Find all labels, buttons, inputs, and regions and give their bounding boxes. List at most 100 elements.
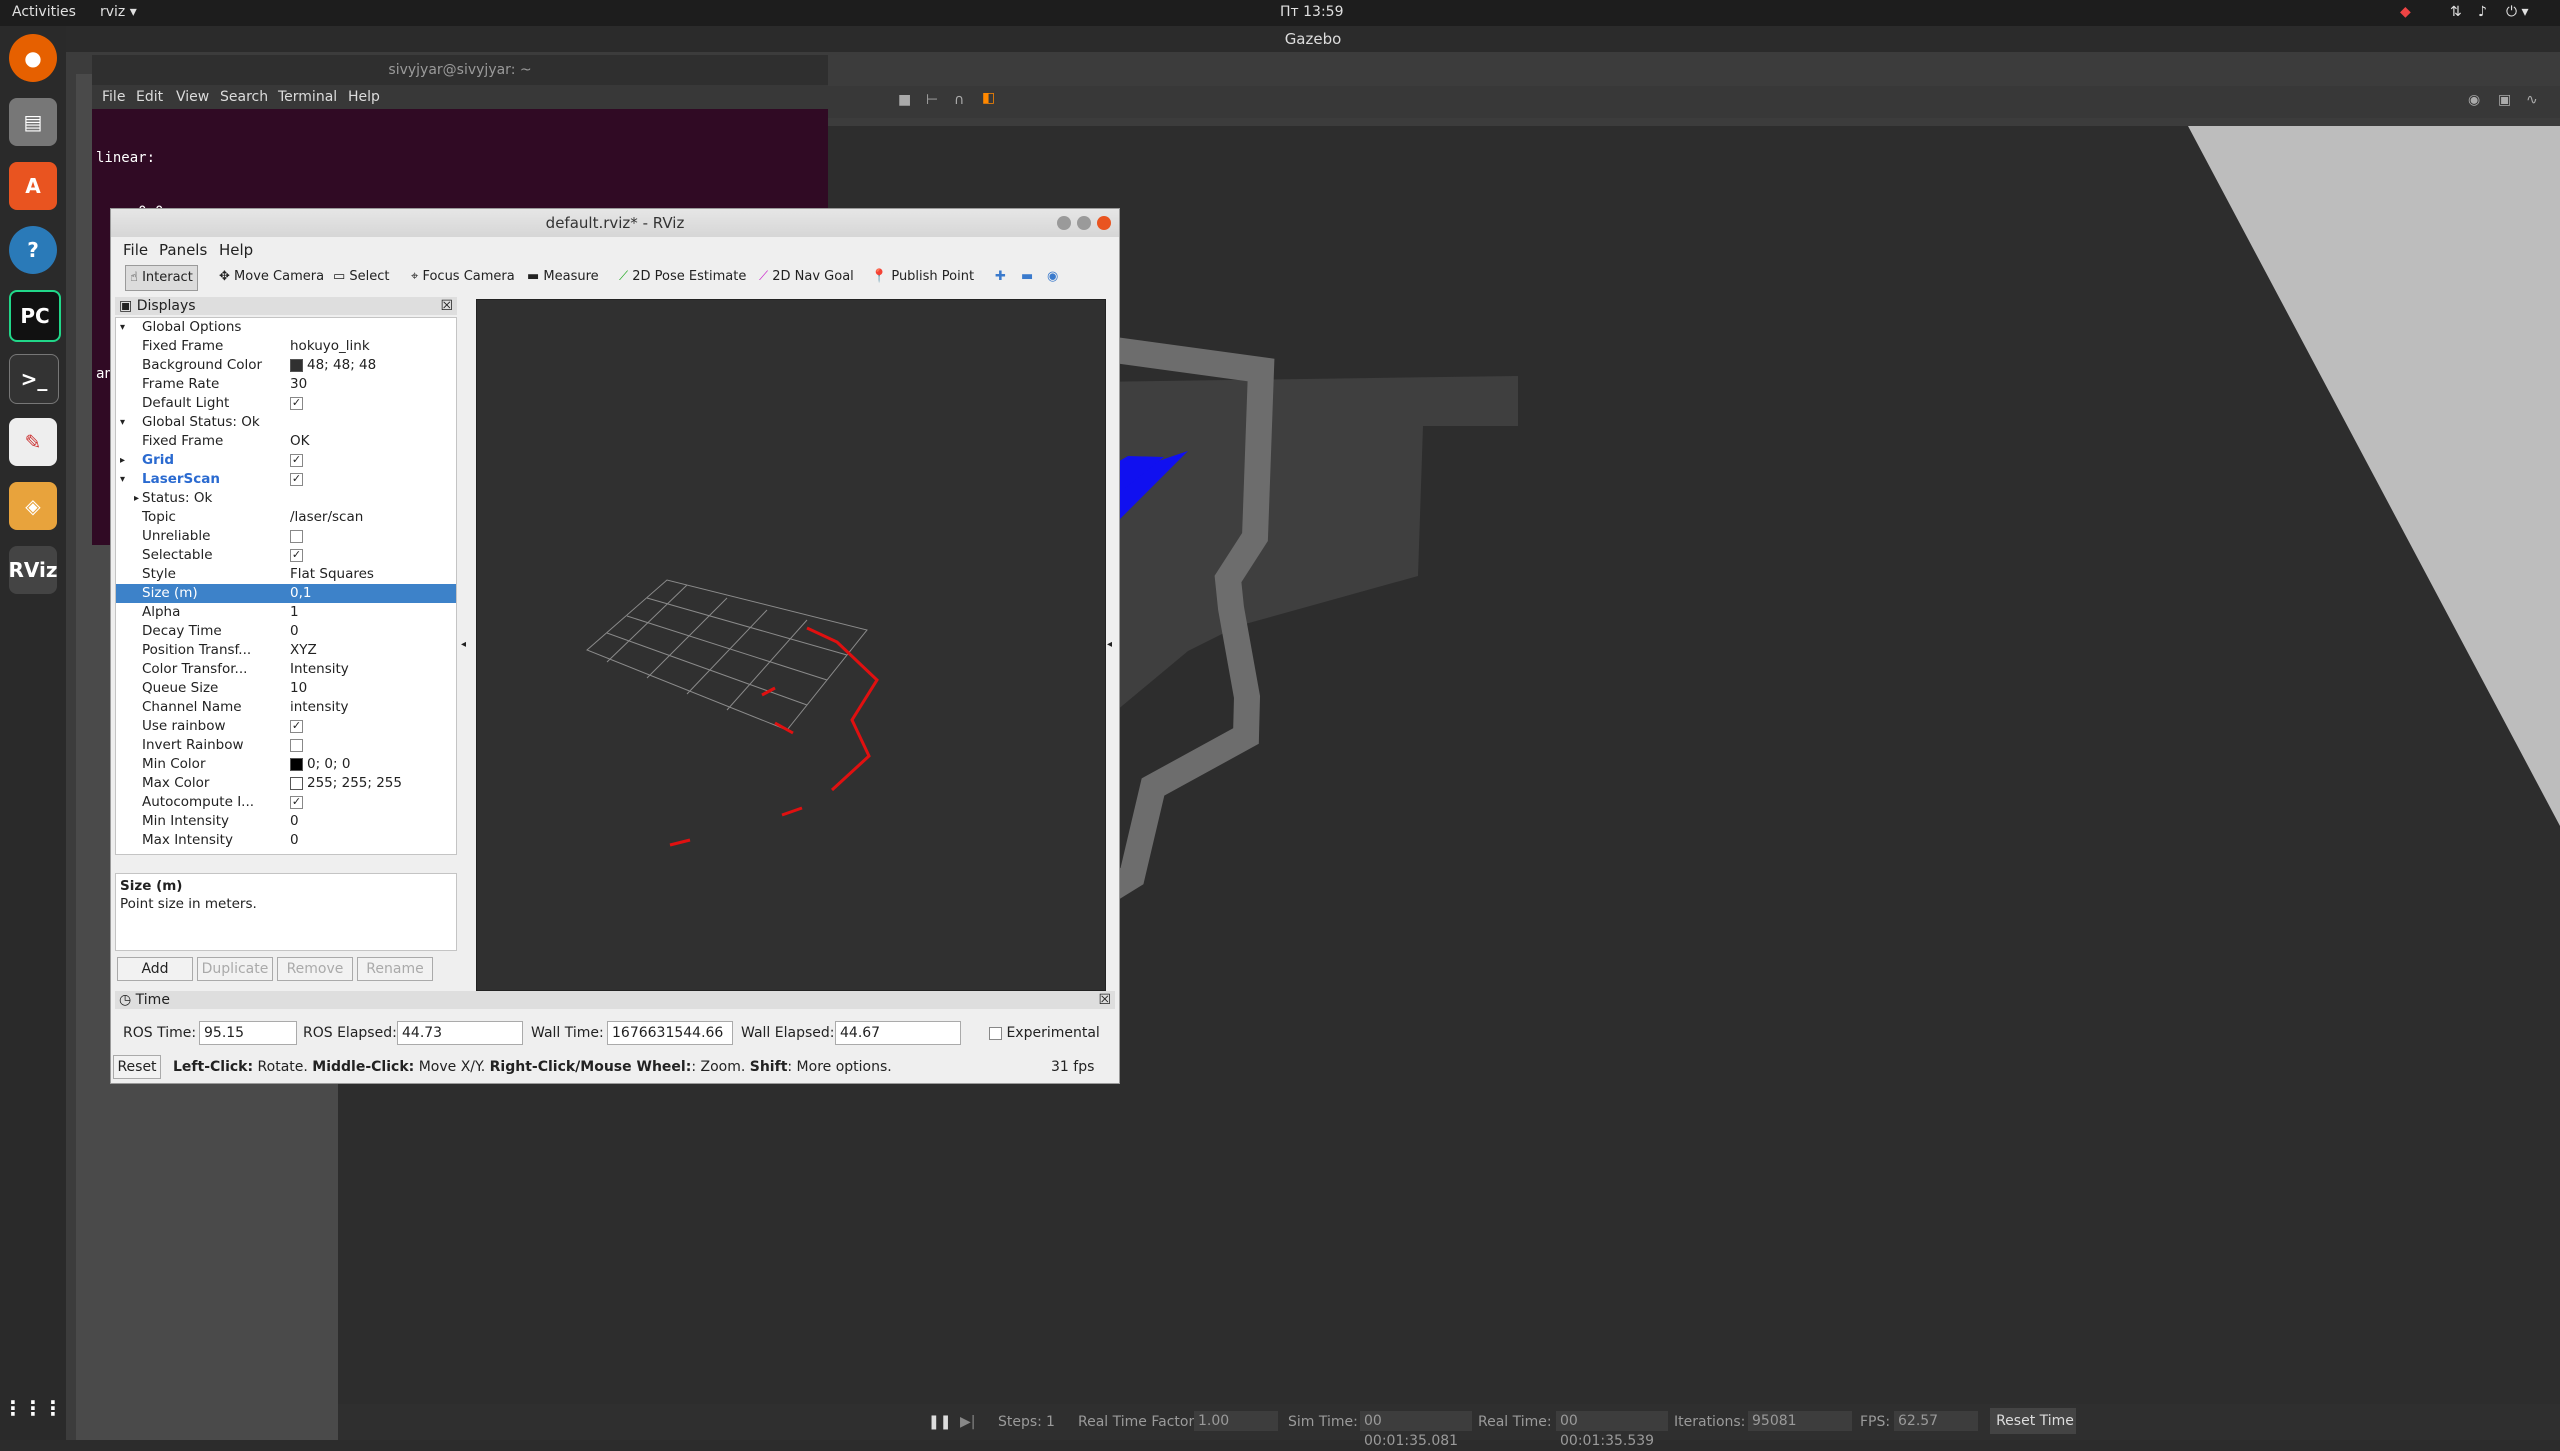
term-menu-search[interactable]: Search (220, 89, 268, 105)
wall-elapsed-field[interactable]: 44.67 (835, 1021, 961, 1045)
tree-row[interactable]: ▾ LaserScan ✓ (116, 470, 456, 489)
tool-publish-point[interactable]: 📍 Publish Point (867, 265, 978, 289)
collapse-left-icon[interactable]: ◂ (461, 639, 466, 650)
tool-2d-nav-goal[interactable]: ⟋ 2D Nav Goal (755, 265, 858, 289)
property-value[interactable]: 30 (290, 375, 307, 394)
gazebo-icon[interactable]: ◈ (9, 482, 57, 530)
tool-measure[interactable]: ▬ Measure (523, 265, 603, 289)
app-menu[interactable]: rviz ▾ (100, 4, 137, 20)
tree-row[interactable]: Selectable ✓ (116, 546, 456, 565)
tree-row[interactable]: Max Color 255; 255; 255 (116, 774, 456, 793)
wall-time-field[interactable]: 1676631544.66 (607, 1021, 733, 1045)
tree-row[interactable]: Use rainbow ✓ (116, 717, 456, 736)
tree-row[interactable]: Style Flat Squares (116, 565, 456, 584)
volume-icon[interactable]: ♪ (2478, 4, 2487, 20)
property-value[interactable]: 48; 48; 48 (290, 356, 376, 375)
displays-tree[interactable]: ▾ Global Options Fixed Frame hokuyo_link Bac… (115, 317, 457, 855)
term-menu-file[interactable]: File (102, 89, 125, 105)
tool-focus-camera[interactable]: ⌖ Focus Camera (407, 265, 519, 289)
tree-row[interactable]: Queue Size 10 (116, 679, 456, 698)
property-value[interactable]: 0 (290, 622, 299, 641)
tree-row[interactable]: Size (m) 0,1 (116, 584, 456, 603)
property-value[interactable]: 10 (290, 679, 307, 698)
firefox-icon[interactable]: ● (9, 34, 57, 82)
tree-row[interactable]: Position Transf... XYZ (116, 641, 456, 660)
term-menu-edit[interactable]: Edit (136, 89, 163, 105)
remove-button[interactable]: Remove (277, 957, 353, 981)
checkbox[interactable]: ✓ (290, 548, 303, 562)
network-icon[interactable]: ⇅ (2450, 4, 2462, 20)
property-value[interactable] (290, 527, 303, 546)
checkbox[interactable]: ✓ (290, 719, 303, 733)
rviz-icon[interactable]: RViz (8, 546, 58, 594)
property-value[interactable]: 1 (290, 603, 299, 622)
tree-row[interactable]: Alpha 1 (116, 603, 456, 622)
align-tool-icon[interactable]: ⊢ (926, 92, 938, 108)
property-value[interactable]: intensity (290, 698, 349, 717)
plot-icon[interactable]: ∿ (2526, 92, 2538, 108)
tree-row[interactable]: ▸ Status: Ok (116, 489, 456, 508)
terminal-icon[interactable]: >_ (9, 354, 59, 404)
software-icon[interactable]: A (9, 162, 57, 210)
show-apps-icon[interactable]: ⋮⋮⋮ (3, 1384, 63, 1432)
pause-icon[interactable]: ❚❚ (928, 1414, 951, 1430)
property-value[interactable]: ✓ (290, 717, 303, 736)
menu-file[interactable]: File (123, 241, 148, 259)
record-icon[interactable]: ▣ (2498, 92, 2511, 108)
reset-time-button[interactable]: Reset Time (1990, 1408, 2076, 1434)
rviz-3d-view[interactable] (476, 299, 1106, 991)
tree-row[interactable]: ▾ Global Options (116, 318, 456, 337)
property-value[interactable]: Flat Squares (290, 565, 374, 584)
add-button[interactable]: Add (117, 957, 193, 981)
shape-tool-icon[interactable]: ◧ (982, 90, 995, 106)
clock[interactable]: Пт 13:59 (1280, 4, 1343, 20)
menu-help[interactable]: Help (219, 241, 253, 259)
property-value[interactable]: /laser/scan (290, 508, 363, 527)
expand-icon[interactable]: ▸ (120, 451, 125, 470)
remove-tool-icon[interactable]: ▬ (1017, 265, 1037, 289)
tree-row[interactable]: ▸ Grid ✓ (116, 451, 456, 470)
ros-elapsed-field[interactable]: 44.73 (397, 1021, 523, 1045)
property-value[interactable]: 255; 255; 255 (290, 774, 402, 793)
term-menu-view[interactable]: View (176, 89, 209, 105)
experimental-checkbox[interactable]: Experimental (989, 1025, 1100, 1041)
expand-icon[interactable]: ▾ (120, 470, 125, 489)
tree-row[interactable]: Min Intensity 0 (116, 812, 456, 831)
tool-2d-pose-estimate[interactable]: ⟋ 2D Pose Estimate (615, 265, 750, 289)
tree-row[interactable]: Background Color 48; 48; 48 (116, 356, 456, 375)
expand-icon[interactable]: ▾ (120, 318, 125, 337)
tree-row[interactable]: Fixed Frame OK (116, 432, 456, 451)
power-icon[interactable]: ⏻ ▾ (2506, 4, 2529, 20)
tree-row[interactable]: Channel Name intensity (116, 698, 456, 717)
box-tool-icon[interactable]: ■ (898, 92, 911, 108)
rename-button[interactable]: Rename (357, 957, 433, 981)
tree-row[interactable]: Default Light ✓ (116, 394, 456, 413)
expand-icon[interactable]: ▾ (120, 413, 125, 432)
property-value[interactable]: 0 (290, 831, 299, 850)
property-value[interactable]: ✓ (290, 546, 303, 565)
tree-row[interactable]: Unreliable (116, 527, 456, 546)
property-value[interactable]: XYZ (290, 641, 317, 660)
help-icon[interactable]: ? (9, 226, 57, 274)
tree-row[interactable]: Fixed Frame hokuyo_link (116, 337, 456, 356)
tree-row[interactable]: Color Transfor... Intensity (116, 660, 456, 679)
experimental-check[interactable] (989, 1026, 1002, 1040)
snap-tool-icon[interactable]: ∩ (954, 92, 964, 108)
property-value[interactable]: ✓ (290, 394, 303, 413)
checkbox[interactable] (290, 529, 303, 543)
step-icon[interactable]: ▶| (960, 1414, 975, 1430)
tool-interact[interactable]: ☝ Interact (125, 265, 198, 291)
checkbox[interactable] (290, 738, 303, 752)
tree-row[interactable]: Max Intensity 0 (116, 831, 456, 850)
text-editor-icon[interactable]: ✎ (9, 418, 57, 466)
property-value[interactable]: hokuyo_link (290, 337, 370, 356)
property-value[interactable]: 0 (290, 812, 299, 831)
tree-row[interactable]: Autocompute I... ✓ (116, 793, 456, 812)
steps-value[interactable]: 1 (1046, 1414, 1055, 1430)
tree-row[interactable]: Decay Time 0 (116, 622, 456, 641)
tool-move-camera[interactable]: ✥ Move Camera (215, 265, 328, 289)
property-value[interactable]: 0,1 (290, 584, 311, 603)
checkbox[interactable]: ✓ (290, 396, 303, 410)
collapse-right-icon[interactable]: ◂ (1107, 639, 1112, 650)
property-value[interactable]: 0; 0; 0 (290, 755, 350, 774)
